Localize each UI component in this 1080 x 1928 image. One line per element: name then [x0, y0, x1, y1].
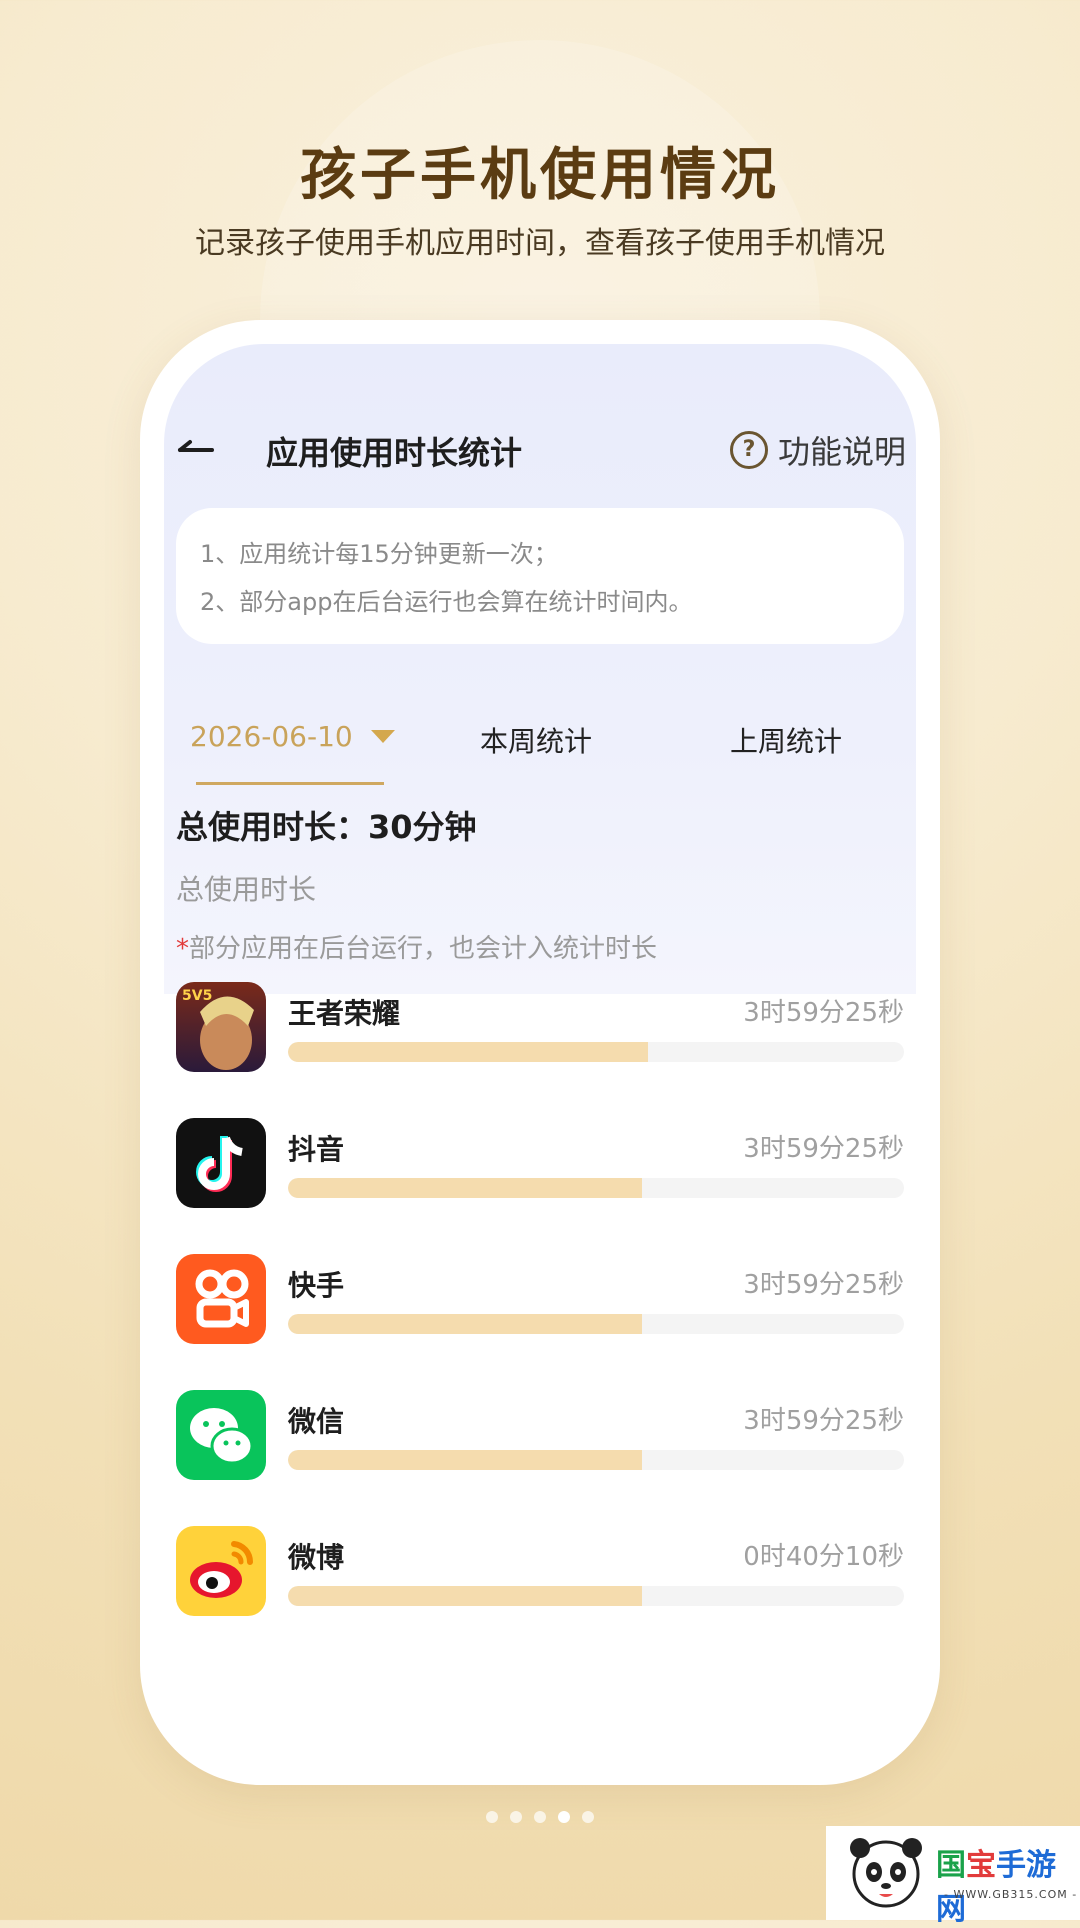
tab-date-picker[interactable]: 2026-06-10 [190, 720, 395, 753]
notice-line-2: 2、部分app在后台运行也会算在统计时间内。 [200, 588, 693, 616]
app-row[interactable]: 5V5 王者荣耀 3时59分25秒 [176, 982, 904, 1118]
usage-bar-track [288, 1178, 904, 1198]
screen: { "hero": { "title": "孩子手机使用情况", "subtit… [0, 0, 1080, 1927]
page-title: 孩子手机使用情况 [300, 142, 780, 208]
watermark-title: 国宝手游网 [936, 1840, 1080, 1928]
app-name: 抖音 [288, 1133, 345, 1166]
carousel-dot[interactable] [558, 1811, 570, 1823]
usage-bar-track [288, 1450, 904, 1470]
help-button[interactable]: ? 功能说明 [729, 426, 906, 474]
watermark-char-1: 国 [936, 1848, 966, 1883]
usage-bar-fill [288, 1586, 643, 1606]
asterisk: * [176, 934, 189, 964]
question-circle-icon: ? [729, 431, 768, 469]
weibo-icon [176, 1526, 266, 1616]
honor-of-kings-icon: 5V5 [176, 982, 266, 1072]
usage-bar-fill [288, 1042, 649, 1062]
tab-last-week[interactable]: 上周统计 [730, 720, 842, 760]
watermark-url: - WWW.GB315.COM - [944, 1888, 1078, 1901]
total-usage-caption: 总使用时长 [176, 873, 317, 906]
douyin-icon [176, 1118, 266, 1208]
total-usage: 总使用时长：30分钟 [176, 808, 477, 846]
usage-bar-fill [288, 1314, 643, 1334]
app-header: 应用使用时长统计 ? 功能说明 [176, 420, 906, 480]
app-row[interactable]: 快手 3时59分25秒 [176, 1254, 904, 1390]
background-note: *部分应用在后台运行，也会计入统计时长 [176, 928, 657, 965]
stats-tabs: 2026-06-10 本周统计 上周统计 [140, 700, 940, 790]
app-time: 0时40分10秒 [743, 1542, 904, 1572]
svg-text:5V5: 5V5 [182, 988, 212, 1004]
app-name: 微信 [288, 1405, 345, 1438]
app-row[interactable]: 微博 0时40分10秒 [176, 1526, 904, 1662]
screen-title: 应用使用时长统计 [266, 434, 523, 472]
panda-logo-icon [850, 1838, 922, 1908]
usage-bar-fill [288, 1178, 643, 1198]
app-time: 3时59分25秒 [743, 1270, 904, 1300]
carousel-dot[interactable] [510, 1811, 522, 1823]
usage-bar-fill [288, 1450, 643, 1470]
note-text: 部分应用在后台运行，也会计入统计时长 [189, 934, 658, 964]
phone-mockup: 应用使用时长统计 ? 功能说明 1、应用统计每15分钟更新一次； 2、部分app… [140, 320, 940, 1785]
app-row[interactable]: 抖音 3时59分25秒 [176, 1118, 904, 1254]
date-label: 2026-06-10 [190, 720, 353, 753]
usage-bar-track [288, 1586, 904, 1606]
watermark-char-2: 宝 [966, 1848, 996, 1883]
carousel-indicator [0, 1808, 1080, 1827]
carousel-dot[interactable] [534, 1811, 546, 1823]
tab-this-week[interactable]: 本周统计 [480, 720, 592, 760]
active-tab-indicator [196, 782, 384, 785]
back-arrow-icon[interactable] [176, 432, 216, 468]
caret-down-icon [370, 730, 395, 743]
app-time: 3时59分25秒 [743, 998, 904, 1028]
app-usage-list: 5V5 王者荣耀 3时59分25秒 抖音 3时59分25秒 快手 3时59分25… [176, 982, 904, 1662]
app-name: 王者荣耀 [288, 997, 401, 1030]
notice-card: 1、应用统计每15分钟更新一次； 2、部分app在后台运行也会算在统计时间内。 [176, 508, 904, 644]
usage-bar-track [288, 1042, 904, 1062]
app-time: 3时59分25秒 [743, 1406, 904, 1436]
app-time: 3时59分25秒 [743, 1134, 904, 1164]
wechat-icon [176, 1390, 266, 1480]
carousel-dot[interactable] [582, 1811, 594, 1823]
usage-bar-track [288, 1314, 904, 1334]
notice-line-1: 1、应用统计每15分钟更新一次； [200, 540, 558, 568]
carousel-dot[interactable] [486, 1811, 498, 1823]
app-name: 快手 [288, 1269, 345, 1302]
help-label: 功能说明 [777, 433, 906, 471]
app-row[interactable]: 微信 3时59分25秒 [176, 1390, 904, 1526]
watermark: 国宝手游网 - WWW.GB315.COM - [826, 1826, 1080, 1927]
app-name: 微博 [288, 1541, 345, 1574]
page-subtitle: 记录孩子使用手机应用时间，查看孩子使用手机情况 [195, 226, 885, 261]
kuaishou-icon [176, 1254, 266, 1344]
